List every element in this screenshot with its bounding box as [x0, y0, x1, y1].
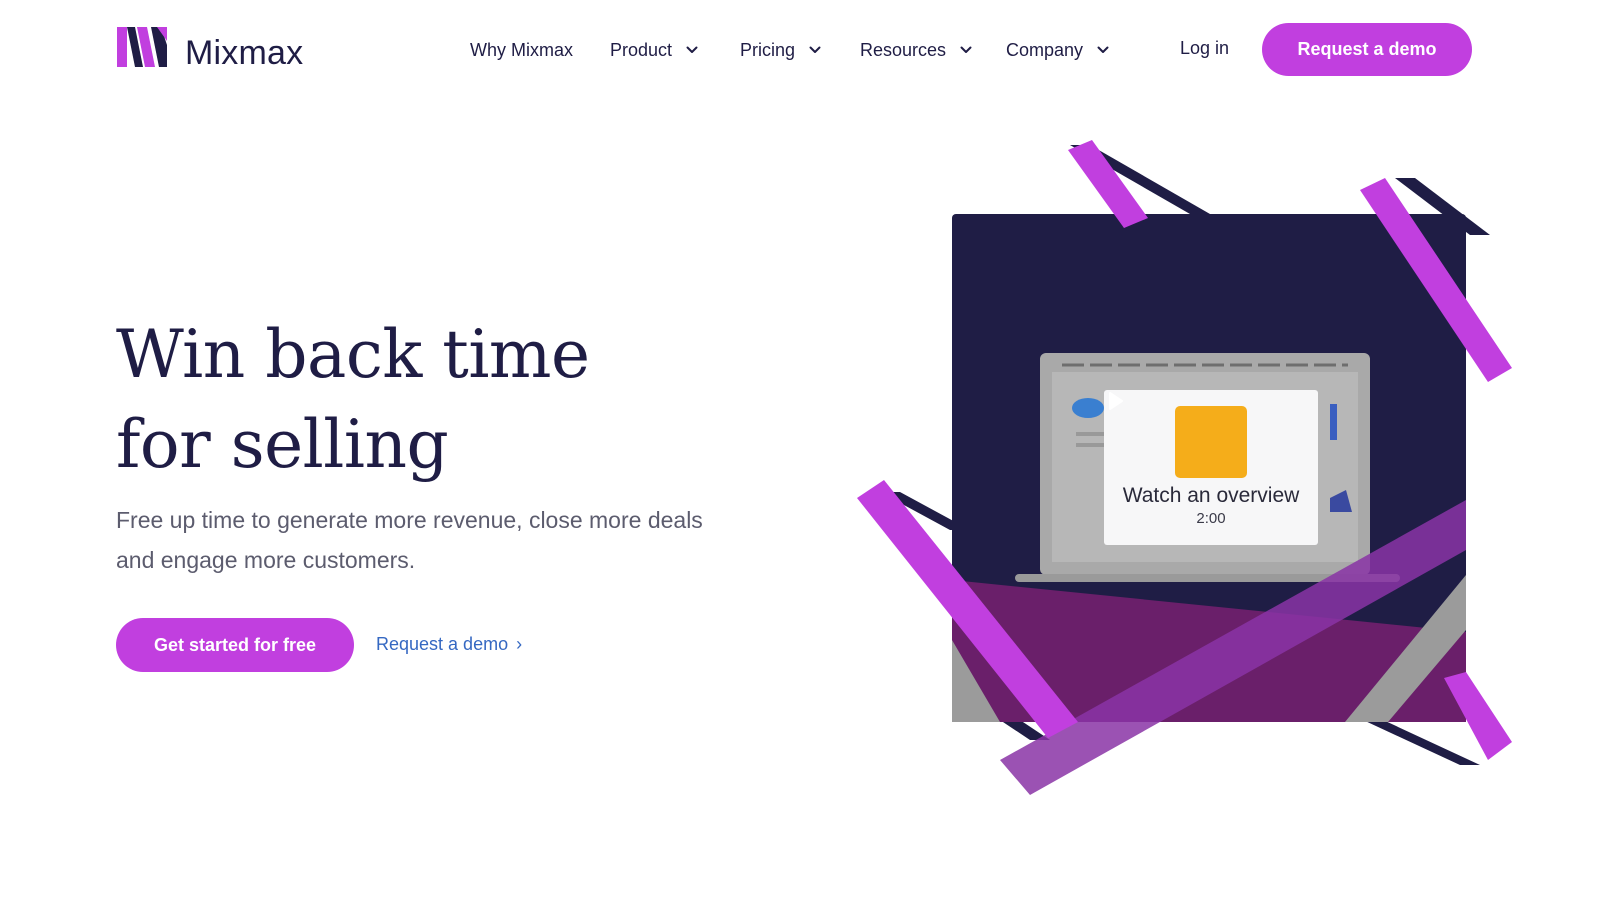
- nav-item-label: Pricing: [740, 39, 796, 60]
- chevron-down-icon: [809, 46, 821, 53]
- headline-line-2: for selling: [116, 406, 449, 483]
- chevron-down-icon: [1097, 46, 1109, 53]
- site-header: Mixmax Why Mixmax Product Pricing Resour…: [0, 0, 1600, 100]
- hero-headline: Win back time for selling: [116, 310, 816, 490]
- video-overview-card[interactable]: Watch an overview 2:00: [1104, 390, 1318, 545]
- video-duration: 2:00: [1196, 510, 1226, 527]
- chevron-down-icon: [960, 46, 972, 53]
- nav-item-resources[interactable]: Resources: [860, 38, 972, 62]
- hero-subtext: Free up time to generate more revenue, c…: [116, 507, 703, 573]
- chevron-right-icon: ›: [516, 634, 523, 654]
- nav-item-pricing[interactable]: Pricing: [740, 38, 821, 62]
- mixmax-logo-icon: [117, 27, 167, 67]
- nav-item-why-mixmax[interactable]: Why Mixmax: [470, 38, 573, 62]
- nav-item-company[interactable]: Company: [1006, 38, 1109, 62]
- get-started-button[interactable]: Get started for free: [116, 618, 354, 672]
- video-title: Watch an overview: [1122, 484, 1300, 507]
- request-demo-link[interactable]: Request a demo ›: [376, 634, 522, 655]
- login-link[interactable]: Log in: [1180, 38, 1229, 59]
- request-demo-button[interactable]: Request a demo: [1262, 23, 1472, 76]
- nav-item-label: Product: [610, 39, 673, 60]
- play-button[interactable]: [1109, 392, 1247, 478]
- hero-illustration: Watch an overview 2:00: [840, 140, 1540, 800]
- logo[interactable]: Mixmax: [117, 24, 303, 70]
- nav-item-label: Why Mixmax: [470, 39, 573, 60]
- headline-line-1: Win back time: [116, 316, 590, 393]
- brand-name: Mixmax: [185, 34, 304, 72]
- request-demo-link-label: Request a demo: [376, 634, 509, 654]
- chevron-down-icon: [686, 46, 698, 53]
- play-icon: [1109, 392, 1123, 410]
- nav-item-label: Resources: [860, 39, 947, 60]
- nav-item-product[interactable]: Product: [610, 38, 698, 62]
- nav-item-label: Company: [1006, 39, 1084, 60]
